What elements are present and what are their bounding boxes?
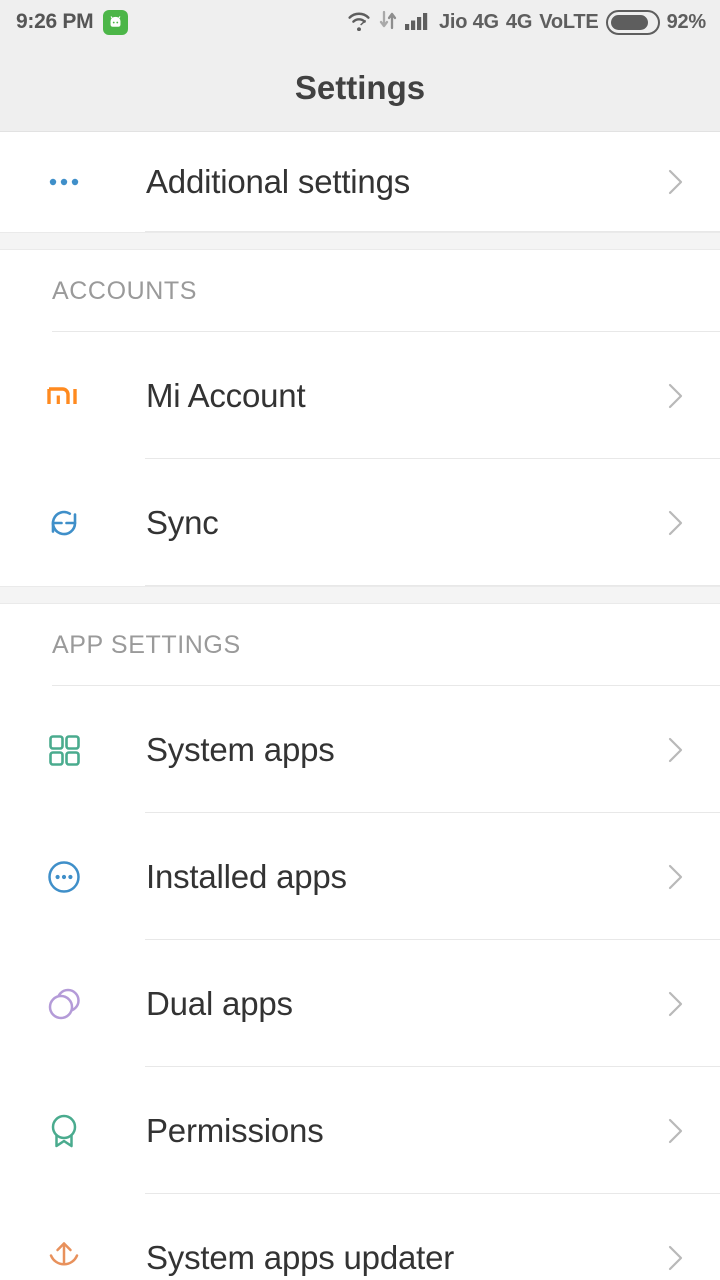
list-item-label: Mi Account (146, 376, 306, 414)
app-title-bar: Settings (0, 44, 720, 132)
chevron-right-icon (668, 168, 684, 196)
volte-label: VoLTE (539, 10, 599, 33)
divider (145, 231, 720, 232)
grid-squares-icon (44, 730, 100, 770)
battery-icon (605, 9, 660, 35)
list-item-dual-apps[interactable]: Dual apps (0, 940, 720, 1067)
page-title: Settings (294, 68, 426, 106)
chevron-right-icon (668, 990, 684, 1018)
status-bar-left: 9:26 PM (16, 9, 129, 35)
settings-list[interactable]: Additional settings ACCOUNTS Mi Account Syn… (0, 132, 720, 1280)
list-item-installed-apps[interactable]: Installed apps (0, 813, 720, 940)
chevron-right-icon (668, 382, 684, 410)
chevron-right-icon (668, 1244, 684, 1272)
android-notification-icon (103, 9, 129, 35)
divider (145, 585, 720, 586)
section-header-app-settings: APP SETTINGS (0, 604, 720, 686)
list-item-label: Additional settings (146, 163, 411, 200)
chevron-right-icon (668, 736, 684, 764)
list-item-label: Permissions (146, 1111, 324, 1149)
battery-percent-label: 92% (666, 10, 707, 33)
list-item-system-apps-updater[interactable]: System apps updater (0, 1194, 720, 1280)
section-header-accounts: ACCOUNTS (0, 250, 720, 332)
mi-logo-icon (44, 376, 100, 416)
list-item-label: Installed apps (146, 857, 347, 895)
badge-ribbon-icon (44, 1111, 100, 1151)
three-dots-icon (44, 162, 100, 202)
section-gap (0, 232, 720, 250)
overlapping-circles-icon (44, 984, 100, 1024)
status-bar-clock: 9:26 PM (16, 10, 94, 33)
list-item-label: System apps updater (146, 1238, 455, 1276)
list-item-permissions[interactable]: Permissions (0, 1067, 720, 1194)
upload-arrow-icon (44, 1238, 100, 1278)
section-gap (0, 586, 720, 604)
list-item-system-apps[interactable]: System apps (0, 686, 720, 813)
cellular-signal-icon (404, 9, 432, 36)
carrier-label: Jio 4G (438, 10, 499, 33)
chevron-right-icon (668, 1117, 684, 1145)
list-item-mi-account[interactable]: Mi Account (0, 332, 720, 459)
data-transfer-arrows-icon (379, 9, 397, 36)
chevron-right-icon (668, 509, 684, 537)
list-item-additional-settings[interactable]: Additional settings (0, 132, 720, 232)
circle-dots-icon (44, 857, 100, 897)
section-header-label: ACCOUNTS (52, 276, 198, 305)
list-item-label: System apps (146, 730, 335, 768)
section-header-label: APP SETTINGS (52, 630, 241, 659)
list-item-label: Sync (146, 503, 219, 541)
chevron-right-icon (668, 863, 684, 891)
sync-refresh-icon (44, 503, 100, 543)
network-type-label: 4G (505, 10, 533, 33)
wifi-icon (346, 9, 372, 36)
status-bar-right: Jio 4G 4G VoLTE 92% (346, 9, 706, 36)
status-bar: 9:26 PM Jio 4G 4G VoLTE 92% (0, 0, 720, 44)
list-item-sync[interactable]: Sync (0, 459, 720, 586)
list-item-label: Dual apps (146, 984, 293, 1022)
